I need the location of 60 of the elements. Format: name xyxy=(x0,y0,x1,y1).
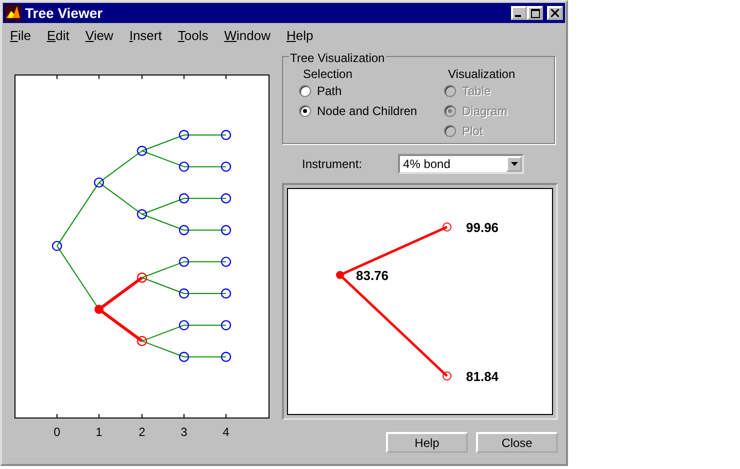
section-heading: Visualization xyxy=(448,66,516,80)
axis-tick-label: 4 xyxy=(222,424,230,438)
tree-node[interactable] xyxy=(136,145,148,156)
maximize-button[interactable] xyxy=(527,6,543,20)
axis-tick-label: 1 xyxy=(96,424,102,438)
instrument-dropdown[interactable]: 4% bond xyxy=(398,154,524,174)
dialog-button[interactable]: Close xyxy=(476,432,558,452)
tree-node[interactable] xyxy=(94,176,104,188)
parent-node xyxy=(336,270,344,278)
instrument-label: Instrument: xyxy=(302,156,362,172)
tree-node[interactable] xyxy=(220,320,232,330)
dropdown-arrow-icon xyxy=(510,162,518,166)
tree-node[interactable] xyxy=(178,129,190,140)
tree-node[interactable] xyxy=(178,224,190,235)
app-icon xyxy=(5,5,21,21)
maximize-icon xyxy=(530,8,540,18)
close-icon xyxy=(551,9,559,17)
menu-item[interactable]: Tools xyxy=(170,26,216,46)
radio-label[interactable]: Path xyxy=(317,82,342,100)
axis-tick-label: 2 xyxy=(138,424,146,438)
radio-button[interactable] xyxy=(299,104,311,116)
section-heading: Selection xyxy=(303,66,354,80)
menu-item[interactable]: Window xyxy=(216,26,278,46)
tree-node[interactable] xyxy=(220,129,232,140)
tree-node[interactable] xyxy=(220,224,232,235)
radio-label[interactable]: Node and Children xyxy=(317,102,418,120)
menu-item[interactable]: Help xyxy=(278,26,322,46)
tree-node[interactable] xyxy=(178,320,190,330)
tree-node[interactable] xyxy=(178,161,190,172)
node-value: 99.96 xyxy=(466,220,499,234)
tree-node[interactable] xyxy=(220,288,232,298)
tree-node[interactable] xyxy=(52,240,62,251)
tree-node[interactable] xyxy=(220,192,232,203)
dropdown-value: 4% bond xyxy=(403,156,450,172)
tree-node[interactable] xyxy=(136,208,148,219)
tree-node[interactable] xyxy=(178,256,190,266)
child-node xyxy=(442,222,452,231)
minimize-button[interactable] xyxy=(511,6,527,20)
dialog-button[interactable]: Help xyxy=(386,432,468,452)
radio-button[interactable] xyxy=(299,84,311,96)
tree-node[interactable] xyxy=(136,335,148,346)
node-value: 81.84 xyxy=(466,368,499,384)
close-button[interactable] xyxy=(547,6,563,20)
menu-item[interactable]: Insert xyxy=(121,26,170,46)
menu-item[interactable]: Edit xyxy=(38,26,78,46)
window-title: Tree Viewer xyxy=(25,4,103,22)
tree-node[interactable] xyxy=(220,256,232,266)
menu-item[interactable]: File xyxy=(2,26,39,46)
tree-node[interactable] xyxy=(94,304,104,314)
axis-tick-label: 0 xyxy=(54,424,60,438)
node-value: 83.76 xyxy=(356,268,389,282)
tree-node[interactable] xyxy=(220,161,232,172)
tree-node[interactable] xyxy=(178,192,190,203)
child-node xyxy=(442,371,452,380)
tree-node[interactable] xyxy=(136,272,148,282)
tree-node[interactable] xyxy=(220,351,232,362)
tree-node[interactable] xyxy=(178,351,190,362)
axis-tick-label: 3 xyxy=(180,424,188,438)
menu-item[interactable]: View xyxy=(77,26,122,46)
tree-node[interactable] xyxy=(178,288,190,298)
